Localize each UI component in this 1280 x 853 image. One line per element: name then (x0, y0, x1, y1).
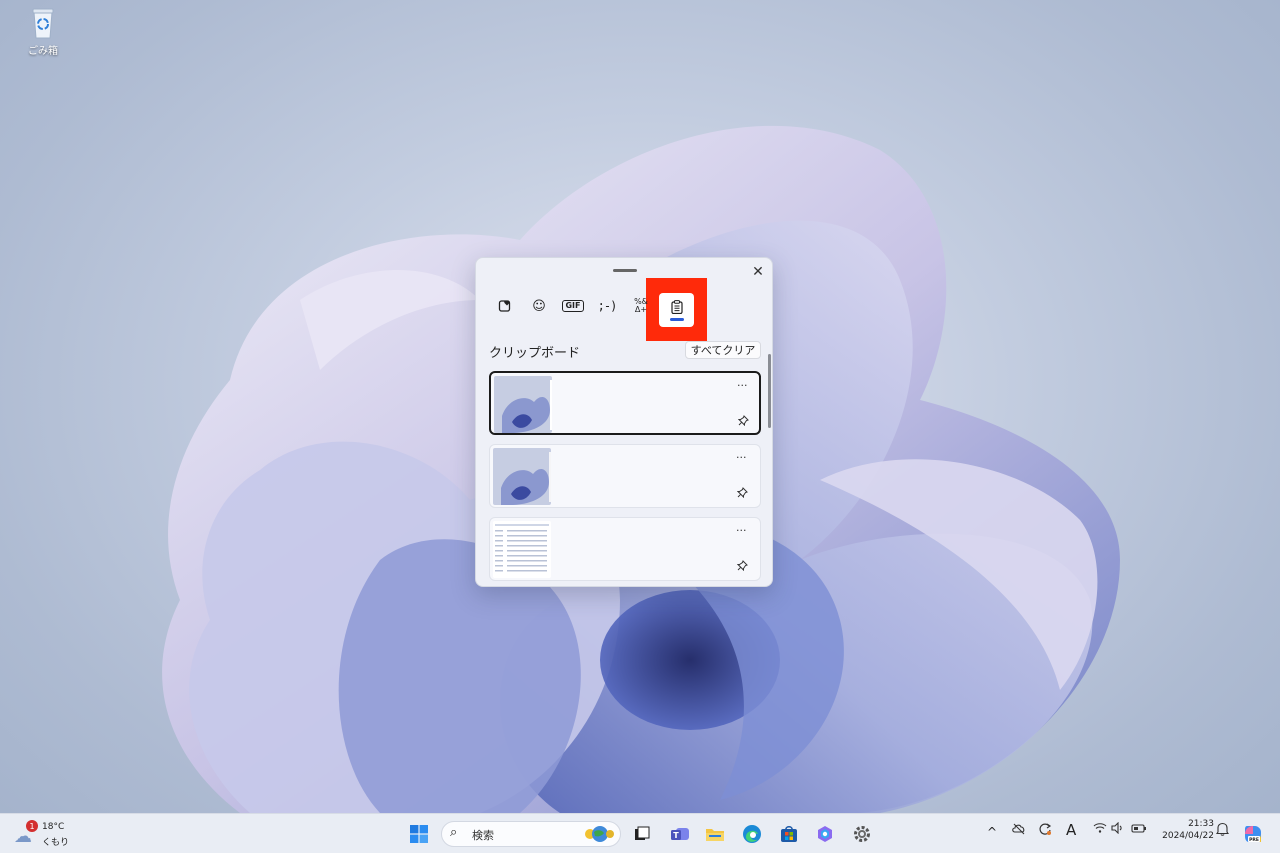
close-button[interactable]: ✕ (748, 262, 768, 282)
edge-button[interactable] (740, 822, 764, 846)
clipboard-item-thumbnail (493, 448, 551, 505)
smiley-icon: ☺ (532, 298, 546, 314)
tab-gif[interactable]: GIF (559, 292, 587, 320)
recycle-bin-label: ごみ箱 (28, 46, 58, 57)
recycle-bin[interactable]: ごみ箱 (18, 6, 68, 57)
clipboard-item[interactable]: ··· (489, 517, 761, 581)
drag-handle[interactable] (613, 269, 637, 272)
file-explorer-icon (706, 829, 724, 841)
clock[interactable]: 21:33 2024/04/22 (1156, 819, 1214, 841)
svg-text:PRE: PRE (1249, 837, 1259, 843)
weather-widget[interactable]: ☁ 1 18°C くもり (14, 820, 74, 848)
tab-symbols[interactable]: %& Δ+ (627, 292, 655, 320)
battery-icon[interactable] (1131, 822, 1147, 837)
update-icon[interactable] (1038, 822, 1052, 839)
store-button[interactable] (777, 822, 801, 846)
teams-icon: T (671, 828, 689, 840)
copilot-icon (818, 826, 832, 842)
kaomoji-icon: ;-) (597, 299, 618, 313)
clipboard-icon (670, 299, 683, 314)
panel-tabs: ☺ GIF ;-) %& Δ+ (490, 292, 750, 322)
volume-icon[interactable] (1111, 821, 1125, 837)
cloud-sync-icon[interactable] (1012, 822, 1026, 839)
clipboard-item-thumbnail (493, 521, 551, 578)
copilot-button[interactable] (813, 822, 837, 846)
edge-icon (743, 825, 761, 843)
notification-bell-icon[interactable] (1215, 822, 1230, 839)
tab-emoji[interactable]: ☺ (525, 292, 553, 320)
clock-date: 2024/04/22 (1162, 831, 1214, 841)
selected-tab-indicator (669, 317, 684, 321)
search-box[interactable]: ⌕ 検索 (441, 821, 621, 847)
taskbar: ☁ 1 18°C くもり ⌕ 検索 T ^ A 21:33 2024/04/22… (0, 813, 1280, 853)
wifi-icon[interactable] (1093, 822, 1107, 837)
clipboard-item-thumbnail (494, 376, 552, 433)
clock-time: 21:33 (1188, 819, 1214, 829)
clear-all-button[interactable]: すべてクリア (685, 341, 761, 359)
task-view-button[interactable] (630, 822, 654, 846)
weather-temperature: 18°C (42, 822, 65, 832)
start-icon (410, 825, 428, 843)
tab-kaomoji[interactable]: ;-) (593, 292, 621, 320)
more-options-button[interactable]: ··· (736, 524, 747, 537)
tab-favorites[interactable] (491, 292, 519, 320)
copilot-pre-icon[interactable]: PRE (1243, 824, 1263, 847)
search-icon: ⌕ (450, 825, 458, 840)
file-explorer-button[interactable] (703, 822, 727, 846)
pin-icon[interactable] (737, 415, 749, 429)
symbols-icon: %& Δ+ (634, 298, 648, 314)
task-view-icon (635, 826, 650, 840)
clipboard-item[interactable]: ··· (489, 371, 761, 435)
tab-clipboard[interactable] (659, 293, 694, 327)
more-options-button[interactable]: ··· (736, 451, 747, 464)
pin-icon[interactable] (736, 560, 748, 574)
settings-button[interactable] (850, 822, 874, 846)
show-hidden-icons-chevron[interactable]: ^ (987, 825, 997, 839)
teams-button[interactable]: T (668, 822, 692, 846)
search-placeholder: 検索 (472, 829, 494, 842)
weather-condition: くもり (42, 838, 70, 848)
emoji-clipboard-panel: ✕ ☺ GIF ;-) %& Δ+ クリップボード すべてクリア ··· ···… (475, 257, 773, 587)
recycle-bin-icon (32, 8, 54, 39)
notification-badge: 1 (26, 820, 38, 832)
scrollbar[interactable] (768, 354, 771, 428)
more-options-button[interactable]: ··· (737, 379, 748, 392)
heart-sticker-icon (498, 300, 511, 312)
section-title: クリップボード (489, 346, 581, 361)
search-highlight-icon (585, 826, 614, 842)
store-icon (781, 826, 797, 842)
clipboard-item[interactable]: ··· (489, 444, 761, 508)
start-button[interactable] (407, 822, 431, 846)
pin-icon[interactable] (736, 487, 748, 501)
gif-icon: GIF (562, 300, 584, 312)
settings-icon (854, 826, 870, 842)
ime-indicator[interactable]: A (1066, 821, 1076, 839)
svg-text:T: T (673, 831, 679, 840)
